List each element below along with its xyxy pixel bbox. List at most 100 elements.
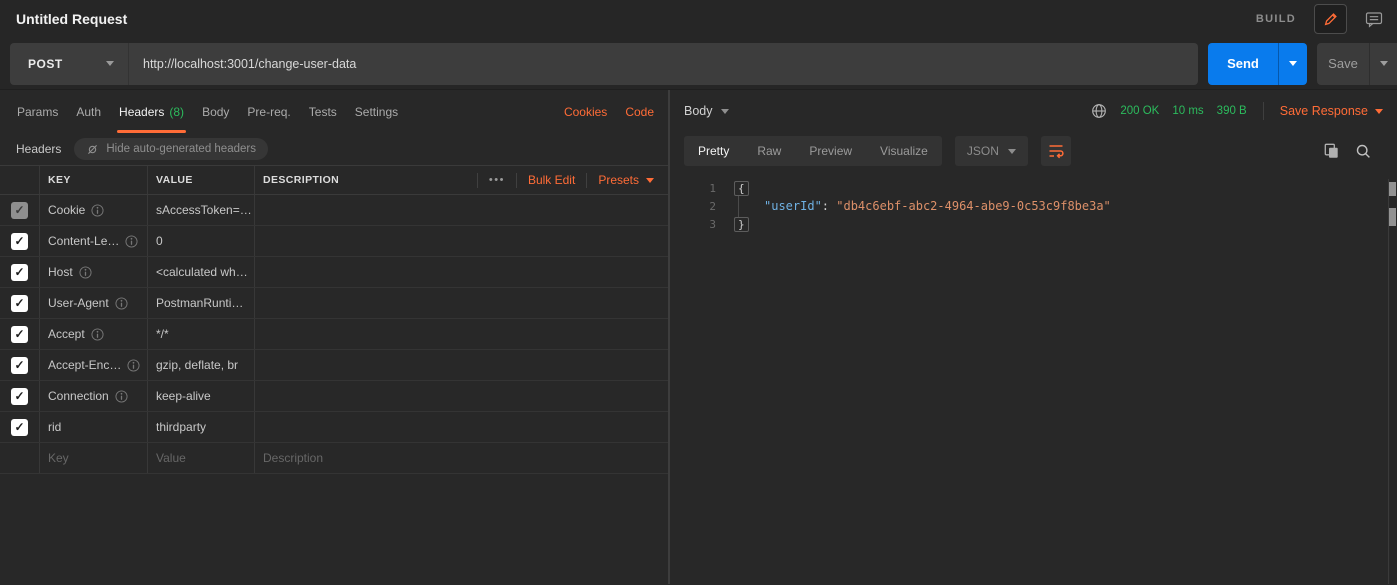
copy-icon[interactable] [1324, 143, 1339, 159]
comment-icon [1365, 11, 1383, 28]
build-mode-label: BUILD [1256, 13, 1296, 25]
json-key: "userId" [764, 199, 822, 213]
line-number: 1 [670, 182, 716, 195]
tab-settings[interactable]: Settings [346, 90, 407, 133]
save-button[interactable]: Save [1317, 43, 1369, 85]
row-checkbox[interactable] [11, 264, 28, 281]
pencil-icon [1323, 11, 1339, 27]
json-value: "db4c6ebf-abc2-4964-abe9-0c53c9f8be3a" [836, 199, 1111, 213]
bulk-edit-button[interactable]: Bulk Edit [528, 173, 575, 187]
response-size: 390 B [1217, 105, 1247, 117]
header-row-rid: rid thirdparty [0, 412, 668, 443]
search-icon[interactable] [1356, 144, 1371, 159]
more-actions-button[interactable]: ••• [489, 174, 505, 186]
tab-preview[interactable]: Preview [795, 136, 866, 166]
response-time: 10 ms [1172, 105, 1203, 117]
divider [1263, 102, 1264, 120]
header-cell-key: KEY [40, 166, 148, 194]
tab-auth[interactable]: Auth [67, 90, 110, 133]
save-response-button[interactable]: Save Response [1280, 104, 1383, 118]
hide-auto-headers-button[interactable]: Hide auto-generated headers [74, 138, 268, 160]
info-icon[interactable] [115, 390, 128, 403]
response-pane: Body 200 OK 10 ms 390 B Save Response [670, 90, 1397, 584]
wrap-text-button[interactable] [1041, 136, 1071, 166]
workspace: Params Auth Headers (8) Body Pre-req. Te… [0, 90, 1397, 584]
tab-headers[interactable]: Headers (8) [110, 90, 193, 133]
info-icon[interactable] [127, 359, 140, 372]
chevron-down-icon [1380, 61, 1388, 66]
tab-raw[interactable]: Raw [743, 136, 795, 166]
method-dropdown[interactable]: POST [10, 43, 128, 85]
url-container: POST http://localhost:3001/change-user-d… [10, 43, 1198, 85]
chevron-down-icon [106, 61, 114, 66]
presets-dropdown[interactable]: Presets [598, 173, 654, 187]
tab-visualize[interactable]: Visualize [866, 136, 942, 166]
code-link[interactable]: Code [625, 105, 654, 119]
header-row-cookie: Cookie sAccessToken=… [0, 195, 668, 226]
request-pane: Params Auth Headers (8) Body Pre-req. Te… [0, 90, 670, 584]
save-options-button[interactable] [1369, 43, 1397, 85]
text-wrap-icon [1048, 143, 1064, 159]
fold-marker[interactable]: { [734, 181, 749, 196]
chevron-down-icon [1375, 109, 1383, 114]
tab-params[interactable]: Params [8, 90, 67, 133]
scrollbar-thumb[interactable] [1389, 182, 1396, 196]
info-icon[interactable] [91, 204, 104, 217]
info-icon[interactable] [91, 328, 104, 341]
divider [586, 173, 587, 188]
line-number: 2 [670, 200, 716, 213]
scrollbar-thumb[interactable] [1389, 208, 1396, 226]
row-checkbox[interactable] [11, 357, 28, 374]
method-label: POST [28, 57, 63, 71]
row-checkbox[interactable] [11, 202, 28, 219]
key-placeholder[interactable]: Key [48, 451, 69, 465]
response-view-tabs: Pretty Raw Preview Visualize [684, 136, 942, 166]
value-placeholder[interactable]: Value [156, 451, 186, 465]
chevron-down-icon [1008, 149, 1016, 154]
comment-button[interactable] [1365, 11, 1383, 28]
tab-pretty[interactable]: Pretty [684, 136, 743, 166]
response-body-dropdown[interactable]: Body [684, 104, 729, 118]
chevron-down-icon [721, 109, 729, 114]
send-options-button[interactable] [1278, 43, 1307, 85]
info-icon[interactable] [79, 266, 92, 279]
header-row-host: Host <calculated wh… [0, 257, 668, 288]
headers-section-title: Headers [16, 142, 61, 156]
title-bar: Untitled Request BUILD [0, 0, 1397, 38]
request-bar: POST http://localhost:3001/change-user-d… [0, 38, 1397, 90]
row-checkbox[interactable] [11, 326, 28, 343]
header-cell-description: DESCRIPTION ••• Bulk Edit Presets [255, 166, 668, 194]
save-button-group: Save [1317, 43, 1397, 85]
request-tab-bar: Params Auth Headers (8) Body Pre-req. Te… [0, 90, 668, 133]
header-row-content-length: Content-Le… 0 [0, 226, 668, 257]
info-icon[interactable] [115, 297, 128, 310]
header-row-accept-encoding: Accept-Enc… gzip, deflate, br [0, 350, 668, 381]
send-button[interactable]: Send [1208, 43, 1278, 85]
header-cell-checkbox [0, 166, 40, 194]
row-checkbox[interactable] [11, 419, 28, 436]
code-line: 2 "userId": "db4c6ebf-abc2-4964-abe9-0c5… [670, 197, 1397, 215]
description-placeholder[interactable]: Description [263, 451, 323, 465]
row-checkbox[interactable] [11, 295, 28, 312]
status-badge: 200 OK [1120, 105, 1159, 117]
tab-body[interactable]: Body [193, 90, 238, 133]
url-input[interactable]: http://localhost:3001/change-user-data [129, 57, 356, 71]
eye-off-icon [86, 143, 99, 156]
header-row-accept: Accept */* [0, 319, 668, 350]
chevron-down-icon [1289, 61, 1297, 66]
cookies-link[interactable]: Cookies [564, 105, 607, 119]
headers-table-header: KEY VALUE DESCRIPTION ••• Bulk Edit Pres… [0, 165, 668, 195]
row-checkbox[interactable] [11, 388, 28, 405]
info-icon[interactable] [125, 235, 138, 248]
code-line: 1 { [670, 179, 1397, 197]
fold-marker[interactable]: } [734, 217, 749, 232]
response-header: Body 200 OK 10 ms 390 B Save Response [670, 90, 1397, 132]
response-view-bar: Pretty Raw Preview Visualize JSON [670, 132, 1397, 170]
format-dropdown[interactable]: JSON [955, 136, 1028, 166]
globe-icon[interactable] [1091, 103, 1107, 119]
response-body-editor: 1 { 2 "userId": "db4c6ebf-abc2-4964-abe9… [670, 170, 1397, 233]
tab-tests[interactable]: Tests [300, 90, 346, 133]
row-checkbox[interactable] [11, 233, 28, 250]
edit-mode-button[interactable] [1314, 4, 1347, 34]
tab-pre-request[interactable]: Pre-req. [238, 90, 299, 133]
